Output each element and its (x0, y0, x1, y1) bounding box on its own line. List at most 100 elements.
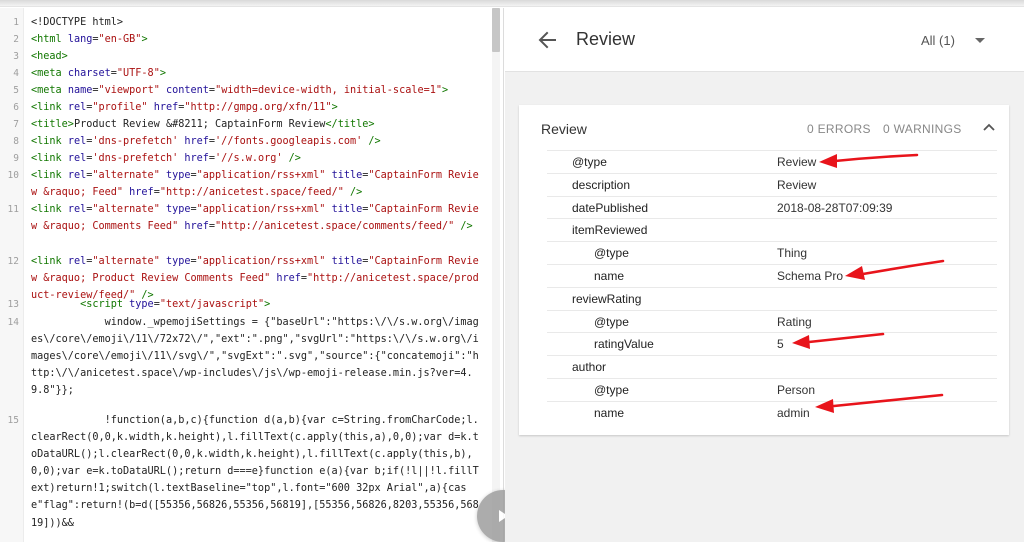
annotation-arrow-name (845, 259, 945, 280)
property-row: itemReviewed (547, 218, 997, 241)
code-token: "application/rss+xml" (196, 170, 326, 181)
chevron-up-icon[interactable] (983, 121, 995, 133)
code-token: "http://gmpg.org/xfn/11" (184, 102, 332, 113)
code-token: type (159, 170, 191, 181)
line-number: 11 (7, 204, 19, 215)
code-token: type (129, 299, 154, 310)
property-row: @type Review (547, 150, 997, 173)
code-token: href (147, 102, 179, 113)
code-token: content (159, 85, 209, 96)
code-token: title (325, 256, 363, 267)
errors-count: 0 ERRORS (807, 122, 871, 136)
source-code-pane[interactable]: 1 <!DOCTYPE html> 2 <html lang="en-GB"> 3 <he… (0, 8, 504, 542)
results-header: Review All (1) (505, 8, 1024, 72)
line-number: 13 (7, 299, 19, 310)
code-token: <script (31, 299, 130, 310)
property-row: description Review (547, 172, 997, 196)
code-token: title (325, 170, 363, 181)
code-token: Product Review &#8211; CaptainForm Revie… (73, 119, 326, 130)
code-token: type (159, 204, 191, 215)
annotation-arrow-author-name (815, 393, 944, 413)
line-number: 1 (13, 17, 19, 28)
code-token: <head> (31, 51, 68, 62)
results-title: Review (576, 29, 636, 49)
line-number: 8 (13, 136, 19, 147)
property-key: reviewRating (572, 291, 642, 306)
code-token: > (159, 68, 166, 79)
code-token: /> (454, 221, 473, 233)
property-key: ratingValue (594, 337, 654, 352)
code-token: "http://anicetest.space/comments/feed/" (215, 221, 455, 233)
property-key: @type (594, 382, 629, 397)
code-text: <link rel='dns-prefetch' href='//s.w.org… (31, 150, 481, 167)
code-text: <link rel="alternate" type="application/… (31, 167, 481, 201)
code-token: "alternate" (92, 170, 160, 181)
property-value: Rating (777, 314, 812, 329)
code-text: window._wpemojiSettings = {"baseUrl":"ht… (31, 314, 481, 399)
property-key: datePublished (572, 200, 649, 215)
warnings-count: 0 WARNINGS (883, 122, 962, 136)
card-title: Review (541, 121, 587, 137)
property-row: datePublished 2018-08-28T07:09:39 (547, 195, 997, 219)
code-token: window._wpemojiSettings = {"baseUrl":"ht… (31, 317, 479, 397)
property-value: Review (777, 177, 817, 192)
code-token: <html (31, 34, 68, 45)
code-token: charset (67, 68, 111, 79)
code-token: <!DOCTYPE html> (31, 17, 124, 28)
property-key: name (594, 405, 625, 420)
code-token: rel (67, 256, 87, 267)
line-number: 3 (13, 51, 19, 62)
line-number: 9 (13, 153, 19, 164)
code-text: <html lang="en-GB"> (31, 31, 481, 48)
code-scrollbar-thumb[interactable] (492, 8, 500, 52)
property-value: Person (777, 382, 816, 397)
property-key: author (572, 360, 607, 375)
code-text: <link rel='dns-prefetch' href='//fonts.g… (31, 133, 481, 150)
code-token: <title> (31, 119, 74, 130)
code-token: "alternate" (92, 256, 160, 267)
code-token: !function(a,b,c){function d(a,b){var c=S… (31, 415, 479, 529)
property-row: @type Rating (547, 309, 997, 333)
property-value: Thing (777, 246, 808, 261)
code-token: <link (31, 204, 68, 215)
code-token: lang (67, 34, 93, 45)
code-token: href (178, 136, 209, 147)
card-header[interactable]: Review 0 ERRORS 0 WARNINGS (519, 105, 1009, 151)
property-row: reviewRating (547, 286, 997, 310)
property-value: 5 (777, 337, 784, 352)
code-text: <meta charset="UTF-8"> (31, 65, 481, 82)
code-token: "en-GB" (98, 34, 142, 45)
code-text: <meta name="viewport" content="width=dev… (31, 82, 481, 99)
property-row: ratingValue 5 (547, 332, 997, 355)
code-token: > (331, 102, 338, 113)
code-token: href (178, 153, 209, 164)
code-token: /> (362, 136, 381, 147)
window-top-edge (0, 0, 1024, 7)
caret-down-icon (974, 37, 985, 43)
code-text: <head> (31, 48, 481, 65)
code-token: </title> (325, 119, 375, 130)
code-token: rel (67, 102, 87, 113)
code-token: "application/rss+xml" (196, 256, 326, 267)
code-token: href (270, 273, 301, 285)
arrow-left-icon[interactable] (537, 28, 557, 52)
property-value: Schema Pro (777, 268, 844, 283)
code-token: href (123, 187, 154, 199)
code-text: !function(a,b,c){function d(a,b){var c=S… (31, 412, 481, 532)
code-token: href (178, 221, 209, 233)
property-key: @type (572, 155, 607, 169)
filter-label: All (1) (921, 32, 955, 48)
property-key: description (572, 177, 631, 192)
code-token: > (442, 85, 449, 96)
property-key: @type (594, 246, 629, 261)
code-token: 'dns-prefetch' (92, 136, 179, 147)
code-scrollbar-track[interactable] (492, 8, 500, 542)
code-token: > (264, 299, 271, 310)
code-text: <title>Product Review &#8211; CaptainFor… (31, 116, 481, 133)
property-key: itemReviewed (572, 223, 648, 238)
code-token: "viewport" (98, 85, 160, 96)
results-filter-dropdown[interactable]: All (1) (921, 30, 985, 50)
code-token: title (325, 204, 363, 215)
property-value: admin (777, 405, 810, 420)
code-token: name (67, 85, 93, 96)
